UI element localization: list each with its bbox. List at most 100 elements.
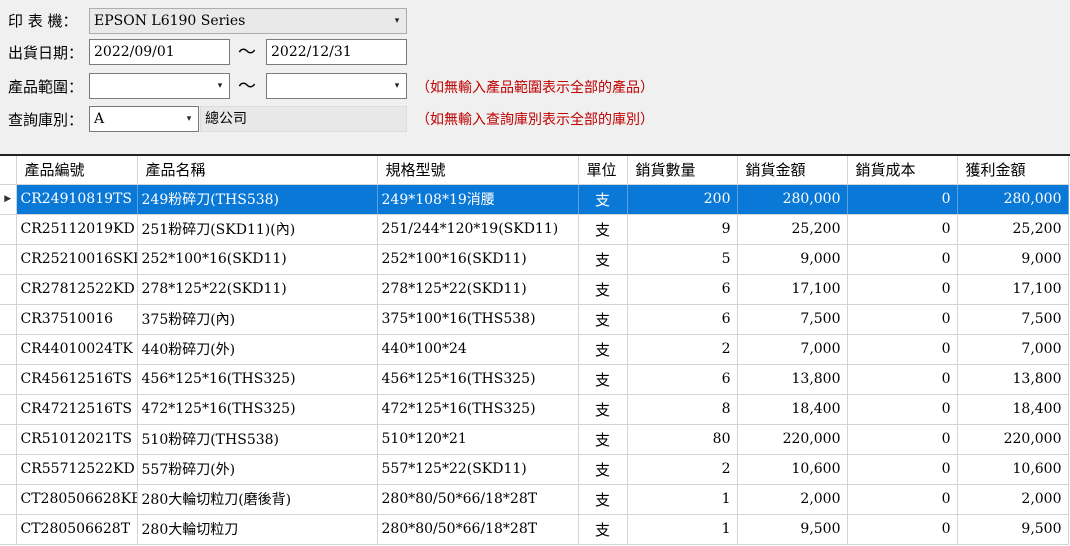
table-cell[interactable]: 25,200 [737, 214, 848, 245]
table-cell[interactable]: 18,400 [957, 394, 1069, 425]
table-cell[interactable]: CR55712522KD [16, 454, 138, 485]
table-cell[interactable]: CR47212516TS [16, 394, 138, 425]
product-from-select[interactable]: ▾ [89, 73, 230, 99]
table-cell[interactable]: 440*100*24 [377, 334, 579, 365]
table-cell[interactable]: 9 [627, 214, 738, 245]
table-cell[interactable]: CT280506628T [16, 514, 138, 545]
product-to-select[interactable]: ▾ [266, 73, 407, 99]
table-cell[interactable]: 2 [627, 454, 738, 485]
table-row[interactable]: CR55712522KD 557粉碎刀(外) 557*125*22(SKD11) 支 2… [0, 454, 1069, 485]
table-cell[interactable]: 10,600 [737, 454, 848, 485]
table-cell[interactable]: 17,100 [737, 274, 848, 305]
date-from-input[interactable]: 2022/09/01 [89, 39, 230, 65]
table-row[interactable]: CR51012021TS 510粉碎刀(THS538) 510*120*21 支 80 2… [0, 424, 1069, 455]
date-to-input[interactable]: 2022/12/31 [266, 39, 407, 65]
table-cell[interactable]: CR24910819TS [16, 184, 138, 215]
table-cell[interactable]: 280大輪切粒刀(磨後背) [137, 484, 378, 515]
table-cell[interactable]: 1 [627, 514, 738, 545]
column-header[interactable]: 銷貨數量 [627, 156, 738, 185]
table-cell[interactable]: 280大輪切粒刀 [137, 514, 378, 545]
table-cell[interactable]: CR51012021TS [16, 424, 138, 455]
table-cell[interactable]: 17,100 [957, 274, 1069, 305]
table-cell[interactable]: 278*125*22(SKD11) [137, 274, 378, 305]
table-row[interactable]: CR25210016SKD 252*100*16(SKD11) 252*100*16… [0, 244, 1069, 275]
table-cell[interactable]: 9,000 [737, 244, 848, 275]
row-selector[interactable] [0, 514, 17, 545]
table-cell[interactable]: 278*125*22(SKD11) [377, 274, 579, 305]
table-cell[interactable]: 9,500 [737, 514, 848, 545]
table-cell[interactable]: 支 [578, 514, 628, 545]
table-cell[interactable]: 0 [847, 484, 958, 515]
table-cell[interactable]: CR27812522KD [16, 274, 138, 305]
table-cell[interactable]: 456*125*16(THS325) [137, 364, 378, 395]
table-cell[interactable]: 200 [627, 184, 738, 215]
column-header[interactable]: 銷貨成本 [847, 156, 958, 185]
table-cell[interactable]: 375粉碎刀(內) [137, 304, 378, 335]
row-selector[interactable] [0, 424, 17, 455]
table-cell[interactable]: 249粉碎刀(THS538) [137, 184, 378, 215]
table-cell[interactable]: 18,400 [737, 394, 848, 425]
table-cell[interactable]: 10,600 [957, 454, 1069, 485]
table-row[interactable]: CR27812522KD 278*125*22(SKD11) 278*125*22(… [0, 274, 1069, 305]
column-header[interactable]: 單位 [578, 156, 628, 185]
column-header[interactable]: 產品名稱 [137, 156, 378, 185]
table-cell[interactable]: 9,000 [957, 244, 1069, 275]
table-cell[interactable]: 375*100*16(THS538) [377, 304, 579, 335]
table-cell[interactable]: 251/244*120*19(SKD11) [377, 214, 579, 245]
table-cell[interactable]: 220,000 [957, 424, 1069, 455]
table-cell[interactable]: 249*108*19消腰 [377, 184, 579, 215]
table-cell[interactable]: 0 [847, 214, 958, 245]
table-cell[interactable]: 支 [578, 334, 628, 365]
table-cell[interactable]: 0 [847, 184, 958, 215]
row-selector[interactable] [0, 214, 17, 245]
table-cell[interactable]: 支 [578, 244, 628, 275]
table-cell[interactable]: 13,800 [957, 364, 1069, 395]
table-cell[interactable]: 251粉碎刀(SKD11)(內) [137, 214, 378, 245]
table-cell[interactable]: 1 [627, 484, 738, 515]
row-selector[interactable] [0, 454, 17, 485]
row-selector[interactable] [0, 394, 17, 425]
table-cell[interactable]: 7,000 [957, 334, 1069, 365]
table-cell[interactable]: CR25210016SKD [16, 244, 138, 275]
row-selector[interactable]: ▶ [0, 184, 17, 215]
table-cell[interactable]: CR44010024TK [16, 334, 138, 365]
table-cell[interactable]: 7,500 [957, 304, 1069, 335]
table-cell[interactable]: 280,000 [957, 184, 1069, 215]
table-cell[interactable]: 456*125*16(THS325) [377, 364, 579, 395]
table-cell[interactable]: 支 [578, 304, 628, 335]
row-selector[interactable] [0, 364, 17, 395]
table-row[interactable]: CR25112019KD 251粉碎刀(SKD11)(內) 251/244*120*… [0, 214, 1069, 245]
table-cell[interactable]: 0 [847, 514, 958, 545]
table-cell[interactable]: 0 [847, 244, 958, 275]
table-cell[interactable]: 0 [847, 364, 958, 395]
table-cell[interactable]: 0 [847, 304, 958, 335]
sales-grid[interactable]: 產品編號 產品名稱 規格型號 單位 銷貨數量 銷貨金額 銷貨成本 獲利金額 ▶ C… [0, 154, 1070, 546]
printer-select[interactable]: EPSON L6190 Series ▾ [89, 8, 407, 34]
table-cell[interactable]: 支 [578, 214, 628, 245]
table-cell[interactable]: 支 [578, 484, 628, 515]
column-header[interactable]: 銷貨金額 [737, 156, 848, 185]
column-header[interactable]: 產品編號 [16, 156, 138, 185]
table-cell[interactable]: 5 [627, 244, 738, 275]
table-cell[interactable]: 7,000 [737, 334, 848, 365]
table-cell[interactable]: 557粉碎刀(外) [137, 454, 378, 485]
column-header[interactable]: 獲利金額 [957, 156, 1069, 185]
table-cell[interactable]: 0 [847, 334, 958, 365]
table-cell[interactable]: 2,000 [957, 484, 1069, 515]
row-selector[interactable] [0, 244, 17, 275]
table-cell[interactable]: CT280506628KB [16, 484, 138, 515]
table-cell[interactable]: 220,000 [737, 424, 848, 455]
table-cell[interactable]: 支 [578, 274, 628, 305]
row-selector[interactable] [0, 334, 17, 365]
table-cell[interactable]: 440粉碎刀(外) [137, 334, 378, 365]
table-cell[interactable]: 8 [627, 394, 738, 425]
table-cell[interactable]: 7,500 [737, 304, 848, 335]
table-row[interactable]: CR37510016 375粉碎刀(內) 375*100*16(THS538) 支 6 7… [0, 304, 1069, 335]
table-cell[interactable]: 252*100*16(SKD11) [137, 244, 378, 275]
chevron-down-icon[interactable]: ▾ [211, 74, 229, 98]
table-cell[interactable]: 472*125*16(THS325) [137, 394, 378, 425]
table-cell[interactable]: 2 [627, 334, 738, 365]
warehouse-select[interactable]: A ▾ [89, 106, 199, 132]
table-cell[interactable]: 6 [627, 364, 738, 395]
table-cell[interactable]: 6 [627, 274, 738, 305]
